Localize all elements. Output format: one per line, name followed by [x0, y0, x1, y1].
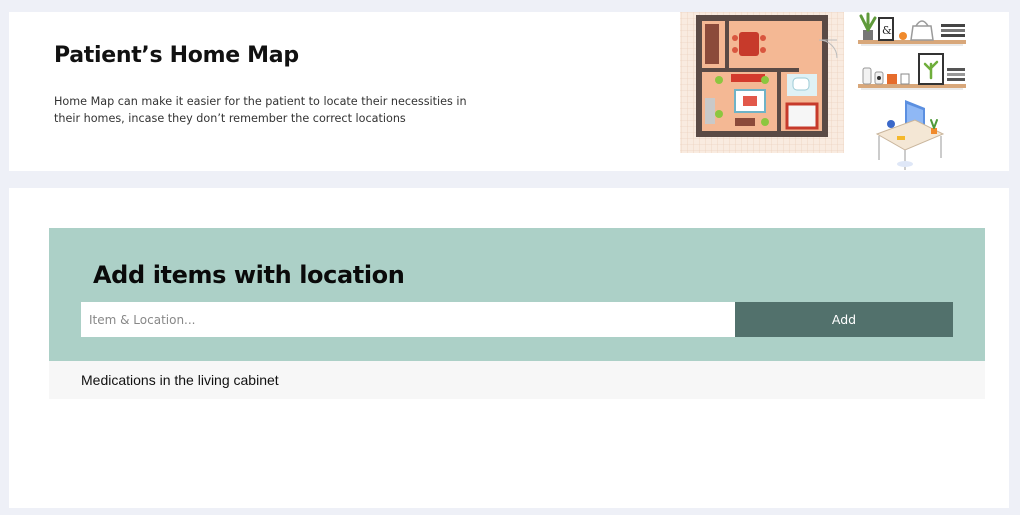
svg-text:&: & — [882, 24, 892, 37]
floor-plan-icon — [680, 12, 844, 153]
item-list: Medications in the living cabinet — [49, 361, 985, 399]
header-card: Patient’s Home Map Home Map can make it … — [9, 12, 1009, 171]
add-button[interactable]: Add — [735, 302, 953, 337]
section-heading: Add items with location — [93, 261, 405, 289]
home-office-desk-icon — [875, 100, 945, 170]
page: Patient’s Home Map Home Map can make it … — [0, 0, 1020, 515]
home-illustration: & — [680, 12, 966, 170]
list-item[interactable]: Medications in the living cabinet — [49, 361, 985, 399]
item-location-input[interactable] — [81, 302, 735, 337]
add-item-panel: Add items with location Add — [49, 228, 985, 361]
page-description: Home Map can make it easier for the pati… — [54, 95, 467, 125]
kitchen-shelves-icon: & — [858, 12, 966, 90]
main-card: Add items with location Add Medications … — [9, 188, 1009, 508]
page-title: Patient’s Home Map — [54, 43, 299, 68]
